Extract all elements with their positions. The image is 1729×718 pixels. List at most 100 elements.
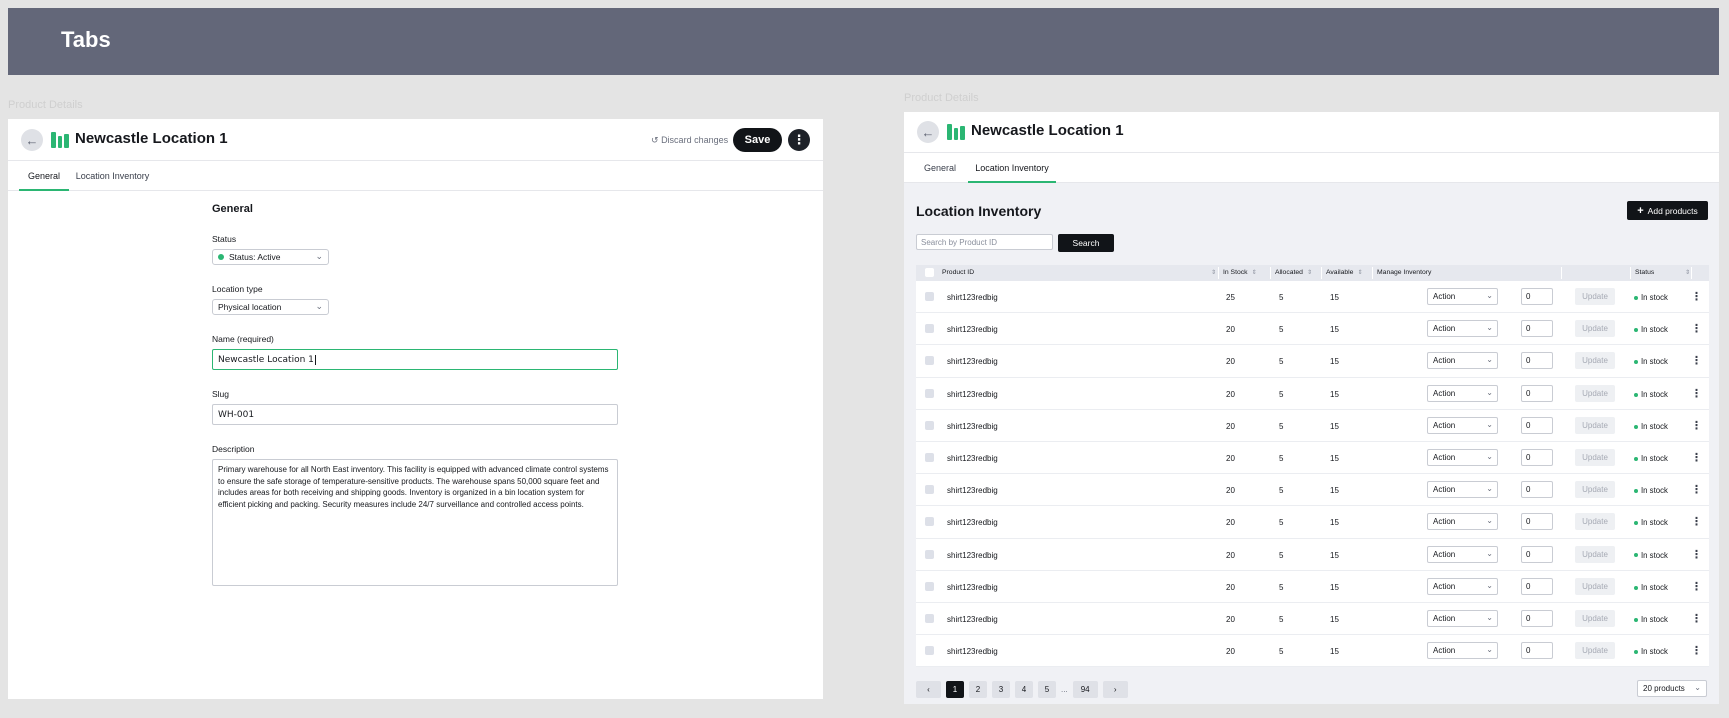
col-available[interactable]: Available ⇕	[1326, 269, 1363, 276]
update-button[interactable]: Update	[1575, 642, 1615, 660]
per-page-select[interactable]: 20 products ⌄	[1637, 680, 1707, 697]
search-input[interactable]: Search by Product ID	[916, 234, 1053, 250]
action-label: Action	[1433, 613, 1456, 623]
row-checkbox[interactable]	[925, 388, 934, 398]
save-button[interactable]: Save	[733, 128, 782, 152]
row-checkbox[interactable]	[925, 485, 934, 495]
back-button[interactable]: ←	[917, 121, 939, 143]
action-select[interactable]: Action ⌄	[1427, 513, 1498, 531]
quantity-input[interactable]: 0	[1521, 448, 1553, 466]
arrow-left-icon: ←	[25, 132, 39, 148]
more-options-button[interactable]: ⋮	[788, 129, 810, 151]
quantity-input[interactable]: 0	[1521, 352, 1553, 370]
row-checkbox[interactable]	[925, 613, 934, 623]
description-field[interactable]: Primary warehouse for all North East inv…	[212, 459, 618, 586]
chevron-down-icon: ⌄	[1486, 645, 1493, 655]
row-checkbox[interactable]	[925, 549, 934, 559]
page-button[interactable]: 2	[969, 680, 987, 698]
action-select[interactable]: Action ⌄	[1427, 352, 1498, 370]
select-all-checkbox[interactable]	[925, 268, 934, 277]
quantity-input[interactable]: 0	[1521, 384, 1553, 402]
quantity-input[interactable]: 0	[1521, 481, 1553, 499]
add-products-button[interactable]: + Add products	[1627, 201, 1708, 220]
status-select[interactable]: Status: Active ⌄	[212, 249, 329, 265]
tab-location-inventory[interactable]: Location Inventory	[75, 171, 150, 191]
quantity-input[interactable]: 0	[1521, 416, 1553, 434]
status-value: Status: Active	[229, 252, 281, 262]
row-checkbox[interactable]	[925, 356, 934, 366]
action-select[interactable]: Action ⌄	[1427, 448, 1498, 466]
action-select[interactable]: Action ⌄	[1427, 609, 1498, 627]
row-checkbox[interactable]	[925, 324, 934, 334]
update-button[interactable]: Update	[1575, 545, 1615, 563]
col-in-stock[interactable]: In Stock ⇕	[1223, 269, 1257, 276]
table-row: shirt123redbig 25 5 15 Action ⌄ 0 Update In stoc…	[916, 281, 1709, 314]
row-more-button[interactable]: ⋮	[1691, 483, 1702, 496]
next-page-button[interactable]: ›	[1102, 680, 1128, 698]
row-more-button[interactable]: ⋮	[1691, 644, 1702, 657]
row-checkbox[interactable]	[925, 646, 934, 656]
update-button[interactable]: Update	[1575, 320, 1615, 338]
row-checkbox[interactable]	[925, 517, 934, 527]
update-button[interactable]: Update	[1575, 481, 1615, 499]
row-more-button[interactable]: ⋮	[1691, 387, 1702, 400]
row-more-button[interactable]: ⋮	[1691, 548, 1702, 561]
action-select[interactable]: Action ⌄	[1427, 481, 1498, 499]
update-button[interactable]: Update	[1575, 352, 1615, 370]
action-select[interactable]: Action ⌄	[1427, 577, 1498, 595]
row-more-button[interactable]: ⋮	[1691, 612, 1702, 625]
row-more-button[interactable]: ⋮	[1691, 451, 1702, 464]
quantity-input[interactable]: 0	[1521, 545, 1553, 563]
quantity-input[interactable]: 0	[1521, 513, 1553, 531]
tab-location-inventory[interactable]: Location Inventory	[968, 163, 1056, 183]
page-button[interactable]: 5	[1038, 680, 1056, 698]
row-checkbox[interactable]	[925, 452, 934, 462]
row-more-button[interactable]: ⋮	[1691, 419, 1702, 432]
update-button[interactable]: Update	[1575, 448, 1615, 466]
update-button[interactable]: Update	[1575, 577, 1615, 595]
status-badge: In stock	[1634, 390, 1668, 399]
update-button[interactable]: Update	[1575, 416, 1615, 434]
prev-page-button[interactable]: ‹	[916, 680, 941, 698]
available-cell: 15	[1330, 647, 1339, 657]
row-checkbox[interactable]	[925, 292, 934, 301]
action-select[interactable]: Action ⌄	[1427, 545, 1498, 563]
quantity-input[interactable]: 0	[1521, 642, 1553, 660]
slug-field[interactable]: WH-001	[212, 404, 618, 425]
quantity-input[interactable]: 0	[1521, 288, 1553, 305]
page-button[interactable]: 3	[992, 680, 1010, 698]
action-select[interactable]: Action ⌄	[1427, 320, 1498, 338]
update-button[interactable]: Update	[1575, 288, 1615, 305]
row-more-button[interactable]: ⋮	[1691, 322, 1702, 335]
action-select[interactable]: Action ⌄	[1427, 384, 1498, 402]
name-field[interactable]: Newcastle Location 1	[212, 349, 618, 370]
tab-general[interactable]: General	[916, 163, 964, 183]
location-type-select[interactable]: Physical location ⌄	[212, 299, 329, 315]
row-more-button[interactable]: ⋮	[1691, 354, 1702, 367]
page-button[interactable]: 1	[946, 680, 964, 698]
page-button[interactable]: 4	[1015, 680, 1033, 698]
row-more-button[interactable]: ⋮	[1691, 290, 1702, 303]
row-checkbox[interactable]	[925, 581, 934, 591]
table-row: shirt123redbig 20 5 15 Action ⌄ 0 Update In stoc…	[916, 474, 1709, 507]
row-checkbox[interactable]	[925, 420, 934, 430]
tab-general[interactable]: General	[19, 171, 69, 191]
row-more-button[interactable]: ⋮	[1691, 580, 1702, 593]
page-button-last[interactable]: 94	[1072, 680, 1098, 698]
update-button[interactable]: Update	[1575, 384, 1615, 402]
action-select[interactable]: Action ⌄	[1427, 642, 1498, 660]
action-select[interactable]: Action ⌄	[1427, 288, 1498, 305]
col-product-id[interactable]: Product ID	[942, 269, 974, 276]
quantity-input[interactable]: 0	[1521, 609, 1553, 627]
row-more-button[interactable]: ⋮	[1691, 515, 1702, 528]
quantity-input[interactable]: 0	[1521, 577, 1553, 595]
search-button[interactable]: Search	[1058, 234, 1114, 252]
back-button[interactable]: ←	[21, 129, 43, 151]
col-allocated[interactable]: Allocated ⇕	[1275, 269, 1312, 276]
quantity-input[interactable]: 0	[1521, 320, 1553, 338]
discard-changes-button[interactable]: ↺ Discard changes	[651, 135, 728, 146]
col-status[interactable]: Status	[1635, 269, 1654, 276]
action-select[interactable]: Action ⌄	[1427, 416, 1498, 434]
update-button[interactable]: Update	[1575, 513, 1615, 531]
update-button[interactable]: Update	[1575, 609, 1615, 627]
